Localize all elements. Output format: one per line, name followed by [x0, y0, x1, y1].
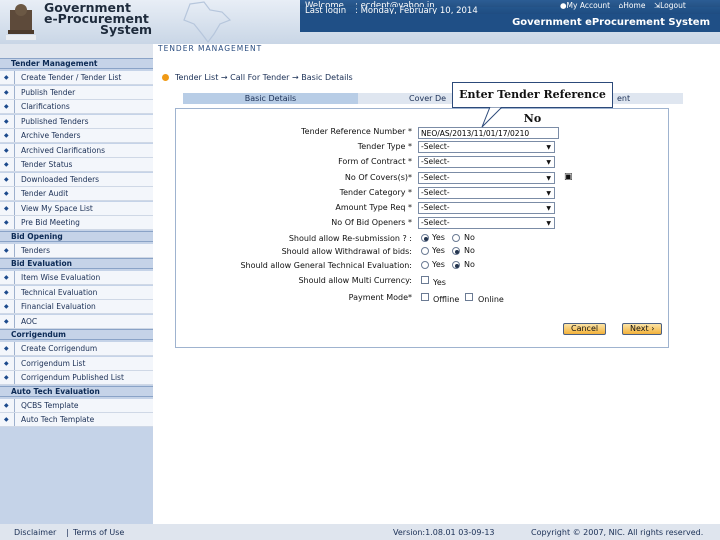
sidebar-item[interactable]: ◆ Create Tender / Tender List — [0, 71, 153, 85]
breadcrumb-call-for-tender[interactable]: Call For Tender — [230, 73, 289, 82]
sidebar-section: Auto Tech Evaluation — [0, 385, 153, 397]
ref-number-row: Tender Reference Number * — [175, 126, 669, 140]
logout-link[interactable]: ⇲Logout — [654, 1, 686, 10]
tooltip-pointer — [481, 107, 503, 128]
sidebar-section: Bid Evaluation — [0, 258, 153, 269]
resubmission-yes-radio[interactable] — [421, 234, 429, 242]
tab-document[interactable]: ent — [617, 93, 630, 104]
sidebar-item[interactable]: ◆ Financial Evaluation — [0, 300, 153, 314]
sidebar-item[interactable]: ◆ Tender Status — [0, 158, 153, 172]
sidebar-item[interactable]: ◆ Auto Tech Template — [0, 413, 153, 427]
bid-openers-select[interactable]: -Select- ▼ — [418, 217, 555, 229]
copyright-text: Copyright © 2007, NIC. All rights reserv… — [531, 528, 704, 537]
resubmission-no-radio[interactable] — [452, 234, 460, 242]
tender-type-select[interactable]: -Select- ▼ — [418, 141, 555, 153]
brand-title: Government e-Procurement System — [44, 0, 153, 37]
sidebar-item[interactable]: ◆ AOC — [0, 314, 153, 329]
section-title: TENDER MANAGEMENT — [158, 44, 263, 53]
bullet-icon: ◆ — [4, 359, 9, 367]
breadcrumb-basic-details: Basic Details — [301, 73, 353, 82]
disclaimer-link[interactable]: Disclaimer — [14, 528, 56, 537]
bullet-icon: ◆ — [4, 317, 9, 325]
sidebar-item[interactable]: ◆ QCBS Template — [0, 398, 153, 413]
bullet-icon: ◆ — [4, 74, 9, 81]
bullet-icon: ◆ — [4, 374, 9, 381]
header: Government e-Procurement System Welcome :… — [0, 0, 720, 44]
bullet-icon: ◆ — [4, 274, 9, 281]
bullet-icon: ◆ — [4, 117, 9, 125]
withdrawal-no-radio[interactable] — [452, 247, 460, 255]
sidebar-item[interactable]: ◆ View My Space List — [0, 201, 153, 216]
tab-basic-details[interactable]: Basic Details — [183, 93, 358, 104]
sidebar-item[interactable]: ◆ Archive Tenders — [0, 129, 153, 143]
tab-cover-details[interactable]: Cover De — [360, 93, 460, 104]
online-payment-checkbox[interactable] — [465, 293, 473, 301]
my-account-link[interactable]: ●My Account — [560, 1, 610, 10]
sidebar-item[interactable]: ◆ Create Corrigendum — [0, 342, 153, 356]
emblem-logo — [6, 4, 36, 40]
bullet-icon: ◆ — [4, 345, 9, 352]
sidebar-item[interactable]: ◆ Downloaded Tenders — [0, 172, 153, 187]
india-map — [183, 1, 232, 43]
sidebar-item[interactable]: ◆ Pre Bid Meeting — [0, 216, 153, 230]
bullet-icon: ◆ — [4, 161, 9, 168]
no-of-covers-select[interactable]: -Select- ▼ — [418, 172, 555, 184]
sidebar-section: Bid Opening — [0, 230, 153, 242]
bullet-icon: ◆ — [4, 303, 9, 310]
bullet-icon: ◆ — [4, 246, 9, 254]
bullet-icon: ◆ — [4, 88, 9, 96]
breadcrumb: Tender List → Call For Tender → Basic De… — [162, 73, 353, 82]
sidebar-item[interactable]: ◆ Publish Tender — [0, 85, 153, 100]
dropdown-arrow-icon: ▼ — [546, 175, 551, 182]
dropdown-arrow-icon: ▼ — [546, 190, 551, 197]
next-button[interactable]: Next › — [622, 323, 663, 335]
bullet-icon: ◆ — [4, 103, 9, 110]
bullet-icon: ◆ — [4, 288, 9, 296]
sidebar-item[interactable]: ◆ Archived Clarifications — [0, 143, 153, 158]
dropdown-arrow-icon: ▼ — [546, 144, 551, 151]
sidebar-item[interactable]: ◆ Clarifications — [0, 100, 153, 114]
withdrawal-yes-radio[interactable] — [421, 247, 429, 255]
cancel-button[interactable]: Cancel — [563, 323, 607, 335]
sidebar-section: Corrigendum — [0, 329, 153, 340]
sidebar-item[interactable]: ◆ Tender Audit — [0, 187, 153, 201]
bullet-icon: ◆ — [4, 219, 9, 226]
bullet-icon: ◆ — [4, 204, 9, 212]
home-link[interactable]: ⌂Home — [619, 1, 646, 10]
sidebar-item[interactable]: ◆ Item Wise Evaluation — [0, 271, 153, 285]
bullet-icon: ◆ — [4, 175, 9, 183]
general-tech-no-radio[interactable] — [452, 261, 460, 269]
general-tech-yes-radio[interactable] — [421, 261, 429, 269]
tender-category-select[interactable]: -Select- ▼ — [418, 187, 555, 199]
sidebar-item[interactable]: ◆ Tenders — [0, 243, 153, 258]
sidebar-item[interactable]: ◆ Corrigendum List — [0, 356, 153, 371]
sidebar-item[interactable]: ◆ Published Tenders — [0, 114, 153, 129]
offline-payment-checkbox[interactable] — [421, 293, 429, 301]
system-title-bar: Government eProcurement System — [300, 14, 720, 32]
amount-type-select[interactable]: -Select- ▼ — [418, 202, 555, 214]
bullet-icon: ◆ — [4, 190, 9, 197]
bullet-icon: ◆ — [4, 132, 9, 139]
sidebar-section: Tender Management — [0, 58, 153, 69]
dropdown-arrow-icon: ▼ — [546, 220, 551, 227]
sidebar-item[interactable]: ◆ Technical Evaluation — [0, 285, 153, 300]
save-icon[interactable]: ▣ — [564, 172, 573, 182]
tooltip: Enter Tender Reference No — [452, 82, 613, 125]
sidebar-item[interactable]: ◆ Corrigendum Published List — [0, 371, 153, 385]
bullet-icon — [162, 74, 169, 81]
breadcrumb-tender-list[interactable]: Tender List — [175, 73, 218, 82]
version-text: Version:1.08.01 03-09-13 — [393, 528, 495, 537]
multi-currency-checkbox[interactable] — [421, 276, 429, 284]
bullet-icon: ◆ — [4, 416, 9, 423]
form-of-contract-select[interactable]: -Select- ▼ — [418, 156, 555, 168]
footer: Disclaimer | Terms of Use Version:1.08.0… — [0, 524, 720, 540]
terms-link[interactable]: Terms of Use — [73, 528, 124, 537]
dropdown-arrow-icon: ▼ — [546, 205, 551, 212]
dropdown-arrow-icon: ▼ — [546, 159, 551, 166]
bullet-icon: ◆ — [4, 401, 9, 409]
arrow-right-icon: › — [651, 324, 655, 333]
bullet-icon: ◆ — [4, 146, 9, 154]
